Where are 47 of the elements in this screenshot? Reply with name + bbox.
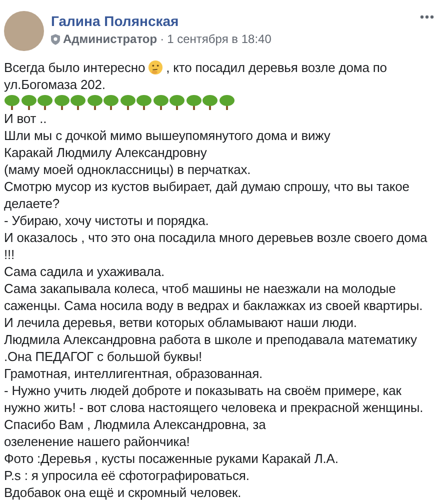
post-text: И оказалось , что это она посадила много деревьев возле своего дома [4,229,428,246]
post-text: И вот .. [4,110,48,127]
tree-icon [20,94,36,110]
post-text: Смотрю мусор из кустов выбирает, дай думаю спрошу, что вы такое [4,178,410,195]
post-text: делаете? [4,195,60,212]
thinking-face-icon [148,60,164,75]
tree-icon [54,94,70,110]
post-text: Людмила Александровна работа в школе и преподавала математику [4,331,418,348]
more-options-button[interactable] [418,13,436,21]
post-time[interactable]: 1 сентября в 18:40 [167,32,272,46]
tree-icon [186,94,202,110]
tree-icon [70,94,86,110]
post-text: И лечила деревья, ветви которых обламывают наши люди. [4,314,358,331]
post-text: нужно жить! - вот слова настоящего человека и прекрасной женщины. [4,399,424,416]
tree-icon [37,94,53,110]
post-text: Сама садила и ухаживала. [4,263,166,280]
tree-icon [202,94,218,110]
post-text: ул.Богомаза 202. [4,76,106,93]
post-text: саженцы. Сама носила воду в ведрах и баклажках из своей квартиры. [4,297,424,314]
tree-icon [120,94,136,110]
role-label: Администратор [63,32,158,46]
post-text: , кто посадил деревья возле дома по [166,59,387,76]
tree-icon [4,94,20,110]
post-text: !!! [4,246,16,263]
post-text: Грамотная, интеллигентная, образованная. [4,365,264,382]
post-text: P.s : я упросила её сфотографироваться. [4,467,250,484]
tree-icon [103,94,119,110]
tree-icon [86,94,102,110]
tree-icon [152,94,168,110]
post-text: Каракай Людмилу Александровну [4,144,208,161]
post-text: озеленение нашего райончика! [4,433,191,450]
post-text: Вдобавок она ещё и скромный человек. [4,484,242,500]
shield-icon [51,34,60,44]
tree-icon [136,94,152,110]
post-text: Шли мы с дочкой мимо вышеупомянутого дома и вижу [4,127,332,144]
tree-icon [169,94,185,110]
tree-icon [218,94,234,110]
post-text: - Убираю, хочу чистоты и порядка. [4,212,210,229]
post-text: (маму моей одноклассницы) в перчатках. [4,161,252,178]
author-name[interactable]: Галина Полянская [51,13,411,29]
post-text: .Она ПЕДАГОГ с большой буквы! [4,348,204,365]
post-text: Всегда было интересно [4,59,146,76]
post-text: - Нужно учить людей доброте и показывать на своём примере, как [4,382,402,399]
separator: · [160,32,164,46]
post-text: Спасибо Вам , Людмила Александровна, за [4,416,267,433]
post-text: Фото :Деревья , кусты посаженные руками Каракай Л.А. [4,450,340,467]
post-text: Сама закапывала колеса, чтоб машины не наезжали на молодые [4,280,397,297]
